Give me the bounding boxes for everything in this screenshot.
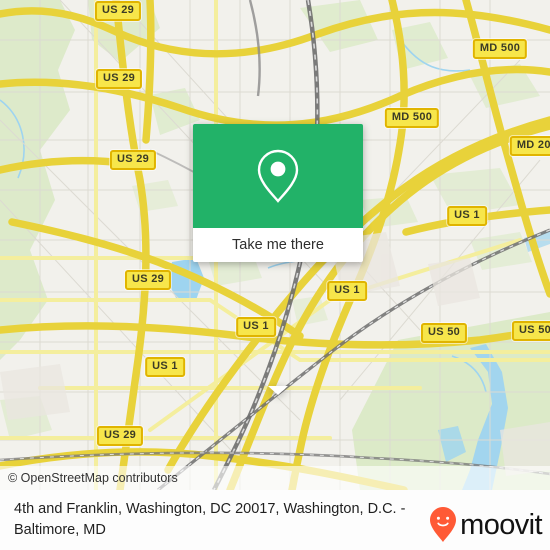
route-shield: US 29 — [96, 426, 144, 446]
popup-tail — [268, 386, 288, 395]
route-shield: US 50 — [511, 321, 550, 341]
route-shield: US 29 — [95, 69, 143, 89]
take-me-there-button[interactable]: Take me there — [193, 228, 363, 262]
route-shield: US 1 — [327, 281, 367, 301]
map-pin-icon — [257, 149, 299, 203]
map-screenshot: US 29 US 29 US 29 MD 500 MD 500 MD 208 US 1 US … — [0, 0, 550, 550]
take-me-there-label: Take me there — [232, 237, 324, 253]
moovit-branding[interactable]: moovit — [428, 506, 543, 544]
route-shield: US 29 — [124, 270, 172, 290]
location-popup-card[interactable]: Take me there — [193, 124, 363, 395]
route-shield: US 1 — [447, 206, 487, 226]
route-shield: US 1 — [236, 317, 276, 337]
route-shield: MD 500 — [472, 39, 528, 59]
footer-bar: 4th and Franklin, Washington, DC 20017, … — [0, 490, 550, 550]
attribution-text[interactable]: © OpenStreetMap contributors — [0, 471, 178, 485]
route-shield: MD 500 — [384, 108, 440, 128]
route-shield: US 50 — [420, 323, 468, 343]
route-shield: US 1 — [145, 357, 185, 377]
map-attribution-bar: © OpenStreetMap contributors — [0, 466, 550, 490]
location-title: 4th and Franklin, Washington, DC 20017, … — [14, 501, 406, 538]
popup-header — [193, 124, 363, 228]
moovit-smiley-pin-icon — [430, 507, 457, 542]
route-shield: MD 208 — [509, 136, 550, 156]
route-shield: US 29 — [109, 150, 157, 170]
route-shield: US 29 — [94, 1, 142, 21]
moovit-wordmark: moovit — [460, 508, 542, 541]
